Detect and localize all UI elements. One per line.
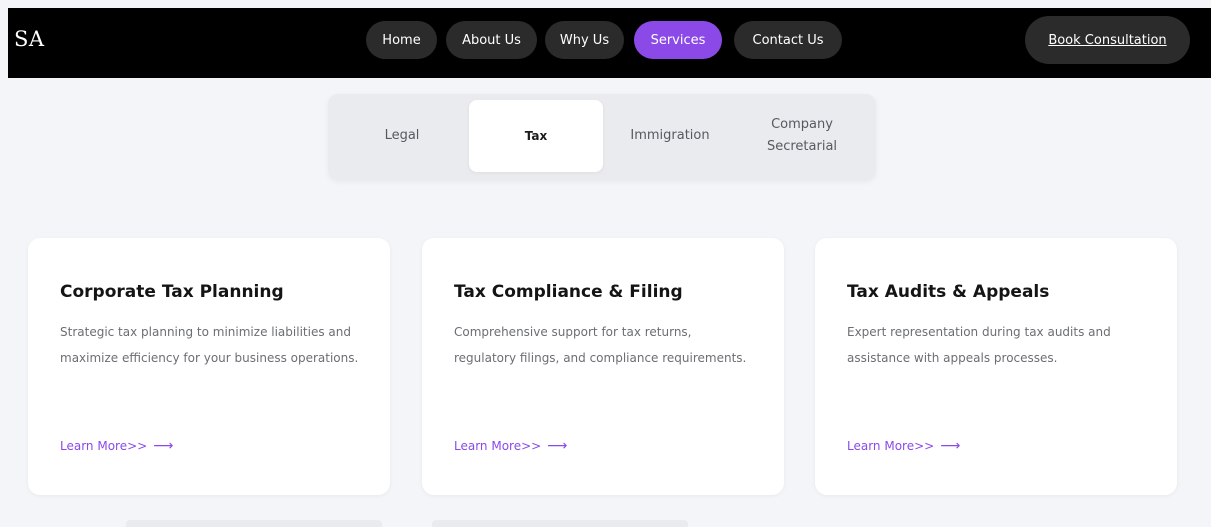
card-description: Expert representation during tax audits … [847, 325, 1111, 365]
tab-immigration[interactable]: Immigration [603, 100, 737, 172]
nav-services[interactable]: Services [634, 21, 722, 59]
next-row-card-edge [432, 520, 688, 527]
arrow-right-icon: ⟶ [940, 438, 961, 454]
learn-more-link[interactable]: Learn More>> ⟶ [60, 438, 173, 454]
card-description: Comprehensive support for tax returns, r… [454, 325, 747, 365]
nav-home[interactable]: Home [366, 21, 437, 59]
card-title: Tax Compliance & Filing [454, 282, 683, 302]
learn-more-label: Learn More>> [60, 439, 148, 453]
arrow-right-icon: ⟶ [547, 438, 568, 454]
tab-tax[interactable]: Tax [469, 100, 603, 172]
service-card-corporate-tax-planning: Corporate Tax Planning Strategic tax pla… [28, 238, 390, 495]
service-card-tax-audits-appeals: Tax Audits & Appeals Expert representati… [815, 238, 1177, 495]
nav-contact-us[interactable]: Contact Us [734, 21, 842, 59]
arrow-right-icon: ⟶ [153, 438, 174, 454]
nav-about-us[interactable]: About Us [446, 21, 537, 59]
brand-logo[interactable]: SA [14, 27, 45, 51]
service-card-tax-compliance-filing: Tax Compliance & Filing Comprehensive su… [422, 238, 784, 495]
tab-legal[interactable]: Legal [334, 100, 470, 172]
card-description: Strategic tax planning to minimize liabi… [60, 325, 359, 365]
tab-company-secretarial[interactable]: Company Secretarial [737, 100, 867, 172]
learn-more-link[interactable]: Learn More>> ⟶ [847, 438, 960, 454]
nav-why-us[interactable]: Why Us [545, 21, 624, 59]
card-title: Tax Audits & Appeals [847, 282, 1050, 302]
learn-more-label: Learn More>> [847, 439, 935, 453]
top-navbar: SA Home About Us Why Us Services Contact… [8, 8, 1211, 78]
book-consultation-button[interactable]: Book Consultation [1025, 16, 1190, 64]
card-title: Corporate Tax Planning [60, 282, 284, 302]
next-row-card-edge [126, 520, 382, 527]
service-category-tabs: Legal Tax Immigration Company Secretaria… [328, 94, 876, 180]
learn-more-link[interactable]: Learn More>> ⟶ [454, 438, 567, 454]
learn-more-label: Learn More>> [454, 439, 542, 453]
